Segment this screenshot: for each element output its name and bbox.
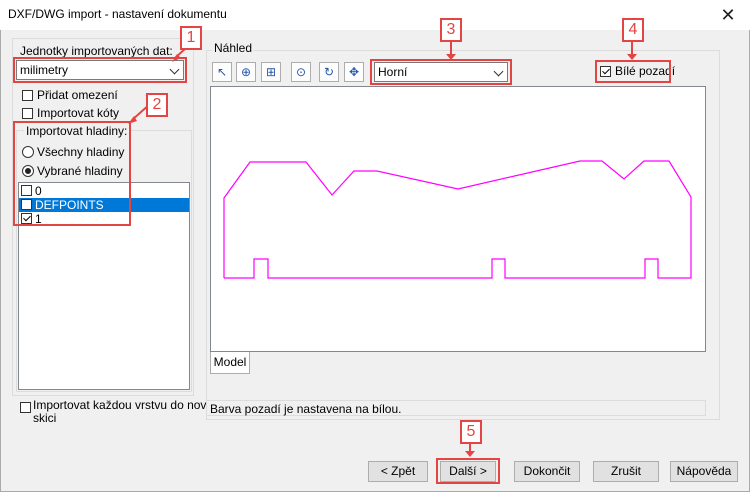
callout-2: 2: [146, 93, 168, 117]
callout-4: 4: [622, 18, 644, 42]
callout-3: 3: [440, 18, 462, 42]
callout-arrows: [128, 40, 637, 457]
callout-5: 5: [460, 420, 482, 444]
callout-1: 1: [180, 26, 202, 50]
